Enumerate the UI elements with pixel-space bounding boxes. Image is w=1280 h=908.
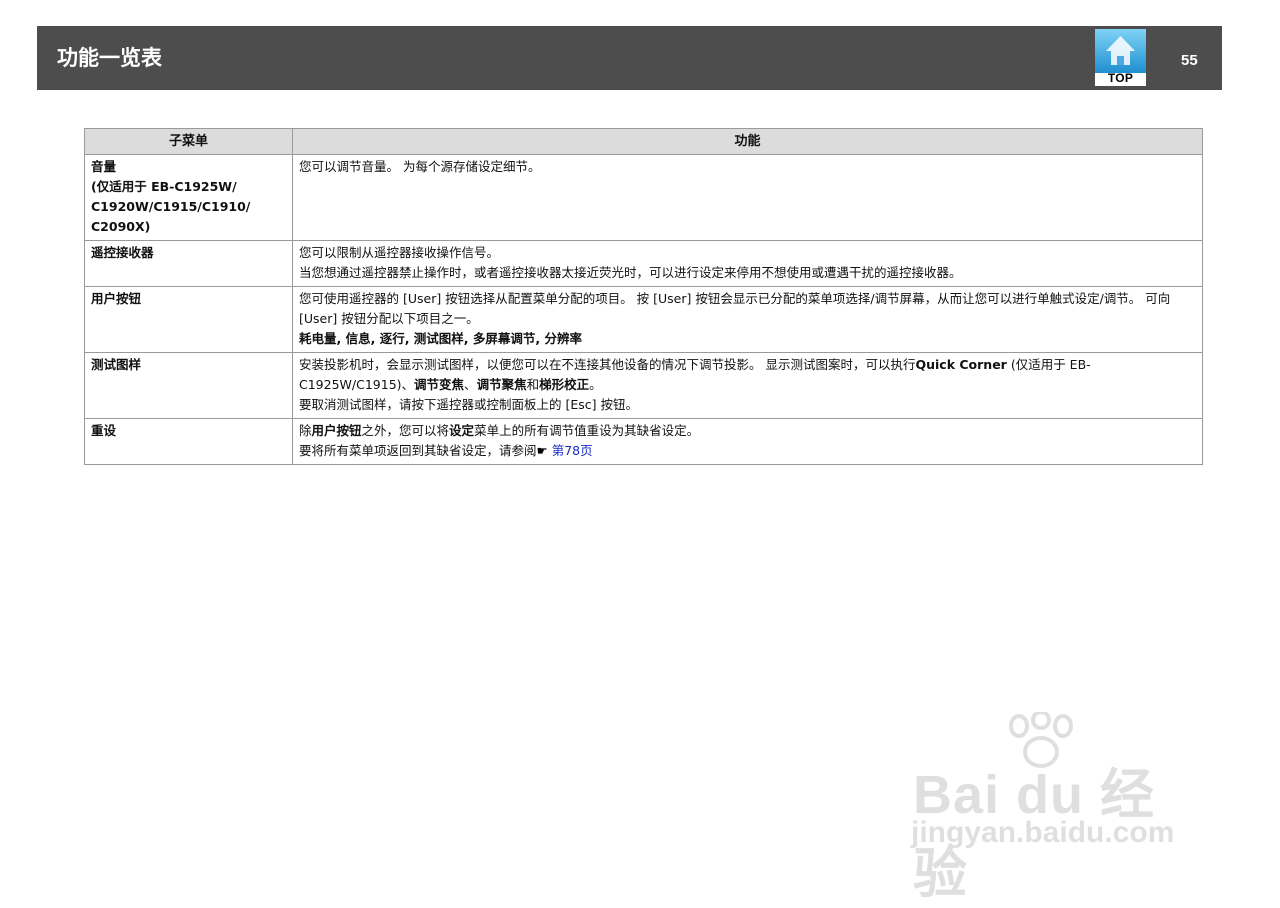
text-run: 安装投影机时，会显示测试图样，以便您可以在不连接其他设备的情况下调节投影。 显示…: [299, 357, 916, 372]
text-run: 、: [464, 377, 477, 392]
submenu-name: 音量: [91, 159, 117, 174]
top-button[interactable]: TOP: [1095, 29, 1146, 86]
function-table: 子菜单 功能 音量 (仅适用于 EB-C1925W/ C1920W/C1915/…: [84, 128, 1203, 465]
submenu-cell: 重设: [84, 418, 293, 465]
table-row: 遥控接收器 您可以限制从遥控器接收操作信号。 当您想通过遥控器禁止操作时，或者遥…: [84, 240, 1203, 287]
submenu-cell: 测试图样: [84, 352, 293, 419]
function-cell: 您可以调节音量。 为每个源存储设定细节。: [292, 154, 1203, 241]
table-row: 重设 除用户按钮之外，您可以将设定菜单上的所有调节值重设为其缺省设定。 要将所有…: [84, 418, 1203, 465]
home-icon: [1095, 29, 1146, 73]
text-run: 和: [526, 377, 540, 392]
function-cell: 除用户按钮之外，您可以将设定菜单上的所有调节值重设为其缺省设定。 要将所有菜单项…: [292, 418, 1203, 465]
table-row: 测试图样 安装投影机时，会显示测试图样，以便您可以在不连接其他设备的情况下调节投…: [84, 352, 1203, 419]
submenu-name: 测试图样: [91, 357, 142, 372]
submenu-note: C2090X): [91, 219, 151, 234]
table-header-row: 子菜单 功能: [84, 128, 1203, 155]
quick-corner-term: Quick Corner: [915, 357, 1007, 372]
user-button-term: 用户按钮: [311, 423, 362, 438]
submenu-cell: 音量 (仅适用于 EB-C1925W/ C1920W/C1915/C1910/ …: [84, 154, 293, 241]
table-row: 音量 (仅适用于 EB-C1925W/ C1920W/C1915/C1910/ …: [84, 154, 1203, 241]
function-text: 您可以限制从遥控器接收操作信号。: [299, 245, 500, 260]
text-run: 。: [589, 377, 602, 392]
submenu-name: 重设: [91, 423, 117, 438]
submenu-name: 遥控接收器: [91, 245, 154, 260]
function-text: 要将所有菜单项返回到其缺省设定，请参阅☛ 第78页: [299, 441, 1195, 461]
column-header-submenu: 子菜单: [84, 128, 293, 155]
focus-term: 调节聚焦: [476, 377, 527, 392]
settings-term: 设定: [449, 423, 475, 438]
function-text: 安装投影机时，会显示测试图样，以便您可以在不连接其他设备的情况下调节投影。 显示…: [299, 355, 1195, 395]
page-reference-link[interactable]: 第78页: [548, 443, 593, 458]
function-cell: 您可使用遥控器的 [User] 按钮选择从配置菜单分配的项目。 按 [User]…: [292, 286, 1203, 353]
submenu-cell: 用户按钮: [84, 286, 293, 353]
submenu-note: (仅适用于 EB-C1925W/: [91, 179, 237, 194]
page-number: 55: [1181, 52, 1198, 69]
assignable-items: 耗电量, 信息, 逐行, 测试图样, 多屏幕调节, 分辨率: [299, 331, 583, 346]
function-text: 要取消测试图样，请按下遥控器或控制面板上的 [Esc] 按钮。: [299, 397, 638, 412]
page-title: 功能一览表: [57, 46, 162, 70]
page-header: 功能一览表 TOP 55: [37, 26, 1222, 90]
text-run: 之外，您可以将: [361, 423, 450, 438]
function-text: 除用户按钮之外，您可以将设定菜单上的所有调节值重设为其缺省设定。: [299, 421, 1195, 441]
watermark: Bai du 经验 jingyan.baidu.com: [905, 712, 1205, 904]
function-text: 您可以调节音量。 为每个源存储设定细节。: [299, 159, 541, 174]
submenu-note: C1920W/C1915/C1910/: [91, 199, 251, 214]
text-run: 要将所有菜单项返回到其缺省设定，请参阅: [299, 443, 537, 458]
text-run: 菜单上的所有调节值重设为其缺省设定。: [474, 423, 700, 438]
function-cell: 您可以限制从遥控器接收操作信号。 当您想通过遥控器禁止操作时，或者遥控接收器太接…: [292, 240, 1203, 287]
submenu-name: 用户按钮: [91, 291, 142, 306]
keystone-term: 梯形校正: [539, 377, 590, 392]
text-run: 除: [299, 423, 312, 438]
top-label: TOP: [1107, 71, 1134, 85]
watermark-site: jingyan.baidu.com: [911, 816, 1175, 849]
table-row: 用户按钮 您可使用遥控器的 [User] 按钮选择从配置菜单分配的项目。 按 […: [84, 286, 1203, 353]
zoom-term: 调节变焦: [414, 377, 465, 392]
pointing-hand-icon: ☛: [536, 443, 548, 458]
submenu-cell: 遥控接收器: [84, 240, 293, 287]
function-text: 当您想通过遥控器禁止操作时，或者遥控接收器太接近荧光时，可以进行设定来停用不想使…: [299, 265, 962, 280]
column-header-function: 功能: [292, 128, 1203, 155]
function-text: 您可使用遥控器的 [User] 按钮选择从配置菜单分配的项目。 按 [User]…: [299, 291, 1171, 326]
function-cell: 安装投影机时，会显示测试图样，以便您可以在不连接其他设备的情况下调节投影。 显示…: [292, 352, 1203, 419]
